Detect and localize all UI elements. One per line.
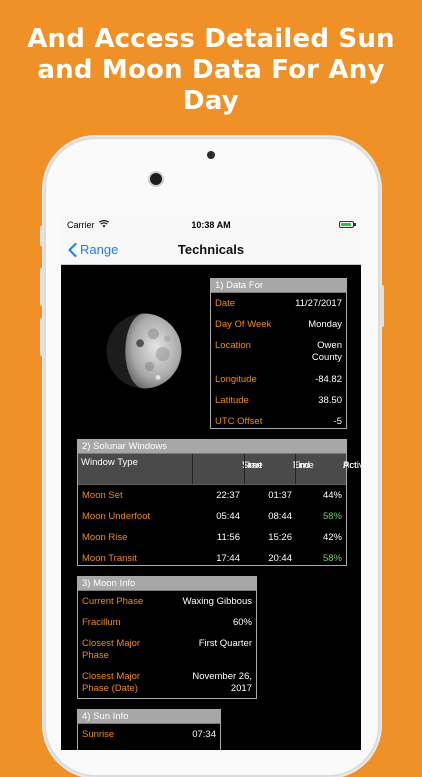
longitude-label: Longitude xyxy=(215,374,257,385)
location-value-line-1: Owen xyxy=(317,340,342,351)
end-time: 01:37 xyxy=(268,490,292,501)
table-row: Moon Set 22:37 01:37 44% xyxy=(78,485,346,506)
column-divider xyxy=(244,454,245,484)
col-pct-line-2: Active xyxy=(343,460,361,471)
col-pct-active: Pct. Active xyxy=(297,457,361,471)
table-row: Closest Major Phase (Date) November 26, … xyxy=(78,666,256,700)
earpiece-speaker xyxy=(207,151,215,159)
power-button xyxy=(380,285,384,327)
moon-info-header: 3) Moon Info xyxy=(78,577,256,591)
phone-screen: Carrier 10:38 AM Range Technicals 1) Dat… xyxy=(61,216,361,750)
moon-info-table: 3) Moon Info Current Phase Waxing Gibbou… xyxy=(77,576,257,699)
sun-info-header: 4) Sun Info xyxy=(78,710,220,724)
data-for-table: 1) Data For Date 11/27/2017 Day Of Week … xyxy=(210,278,347,429)
status-time: 10:38 AM xyxy=(191,220,231,230)
col-end-time: End Time xyxy=(246,457,314,471)
table-row: Location Owen County xyxy=(211,335,346,369)
table-row: Longitude -84.82 xyxy=(211,369,346,390)
table-row: Moon Underfoot 05:44 08:44 58% xyxy=(78,506,346,527)
table-row: Moon Rise 11:56 15:26 42% xyxy=(78,527,346,548)
utc-offset-value: -5 xyxy=(333,416,342,427)
day-of-week-label: Day Of Week xyxy=(215,319,272,330)
location-value-line-2: County xyxy=(311,352,342,363)
volume-up-button xyxy=(40,268,44,306)
start-time: 11:56 xyxy=(216,532,240,543)
pct-active: 58% xyxy=(322,553,342,564)
start-time: 22:37 xyxy=(216,490,240,501)
promo-headline: And Access Detailed Sun and Moon Data Fo… xyxy=(0,24,422,117)
end-time: 15:26 xyxy=(268,532,292,543)
battery-icon xyxy=(339,221,356,228)
start-time: 17:44 xyxy=(216,553,240,564)
front-camera xyxy=(150,173,162,185)
end-time: 20:44 xyxy=(268,553,292,564)
closest-major-phase-date-label-line-1: Closest Major xyxy=(82,671,141,682)
headline-line-1: And Access Detailed Sun xyxy=(27,24,395,54)
table-row: Moon Transit 17:44 20:44 58% xyxy=(78,548,346,569)
location-label: Location xyxy=(215,340,251,351)
pct-active: 58% xyxy=(322,511,342,522)
current-phase-label: Current Phase xyxy=(82,596,144,607)
status-bar: Carrier 10:38 AM xyxy=(61,216,361,234)
headline-line-3: Day xyxy=(183,86,239,116)
closest-major-phase-date-label-line-2: Phase (Date) xyxy=(82,683,138,694)
solunar-windows-table: 2) Solunar Windows Window Type Start Tim… xyxy=(77,439,361,569)
end-time: 08:44 xyxy=(268,511,292,522)
table-row: Latitude 38.50 xyxy=(211,390,346,411)
pct-active: 44% xyxy=(322,490,342,501)
day-of-week-value: Monday xyxy=(308,319,342,330)
data-for-header: 1) Data For xyxy=(211,279,346,293)
longitude-value: -84.82 xyxy=(315,374,342,385)
closest-major-phase-date-value: November 26, 2017 xyxy=(192,671,252,695)
navigation-bar: Range Technicals xyxy=(61,234,361,265)
solunar-column-header: Window Type Start Time End Time Pct. Act… xyxy=(78,454,361,485)
solunar-header: 2) Solunar Windows xyxy=(78,440,346,454)
fracillum-label: Fracillum xyxy=(82,617,121,628)
mute-switch xyxy=(40,226,44,246)
table-row: Closest Major Phase First Quarter xyxy=(78,633,256,666)
table-row: Fracillum 60% xyxy=(78,612,256,633)
closest-major-phase-date-line-1: November 26, xyxy=(192,671,252,682)
pct-active: 42% xyxy=(322,532,342,543)
table-row: Date 11/27/2017 xyxy=(211,293,346,314)
table-row: Sunrise 07:34 xyxy=(78,724,220,745)
closest-major-phase-date-line-2: 2017 xyxy=(230,683,252,694)
date-label: Date xyxy=(215,298,236,309)
volume-down-button xyxy=(40,318,44,356)
closest-major-phase-value: First Quarter xyxy=(198,638,252,649)
window-type: Moon Rise xyxy=(82,532,128,543)
col-window-type: Window Type xyxy=(81,457,138,468)
column-divider xyxy=(192,454,193,484)
start-time: 05:44 xyxy=(216,511,240,522)
latitude-value: 38.50 xyxy=(318,395,342,406)
moon-phase-image xyxy=(106,313,182,389)
headline-line-2: and Moon Data For Any xyxy=(37,55,385,85)
utc-offset-label: UTC Offset xyxy=(215,416,263,427)
window-type: Moon Set xyxy=(82,490,123,501)
sun-info-table: 4) Sun Info Sunrise 07:34 xyxy=(77,709,221,750)
closest-major-phase-label-line-1: Closest Major xyxy=(82,638,141,649)
window-type: Moon Underfoot xyxy=(82,511,151,522)
closest-major-phase-label: Closest Major Phase xyxy=(82,638,140,662)
closest-major-phase-label-line-2: Phase xyxy=(82,650,109,661)
fracillum-value: 60% xyxy=(232,617,252,628)
table-row: Day Of Week Monday xyxy=(211,314,346,335)
date-value: 11/27/2017 xyxy=(295,298,342,309)
page-title: Technicals xyxy=(177,242,245,257)
column-divider xyxy=(295,454,296,484)
closest-major-phase-date-label: Closest Major Phase (Date) xyxy=(82,671,140,695)
current-phase-value: Waxing Gibbous xyxy=(182,596,252,607)
location-value: Owen County xyxy=(312,340,342,364)
table-row: UTC Offset -5 xyxy=(211,411,346,432)
table-row: Current Phase Waxing Gibbous xyxy=(78,591,256,612)
sunrise-label: Sunrise xyxy=(82,729,115,740)
latitude-label: Latitude xyxy=(215,395,249,406)
window-type: Moon Transit xyxy=(82,553,137,564)
sunrise-value: 07:34 xyxy=(192,729,216,740)
col-start-time: Start Time xyxy=(194,457,263,471)
